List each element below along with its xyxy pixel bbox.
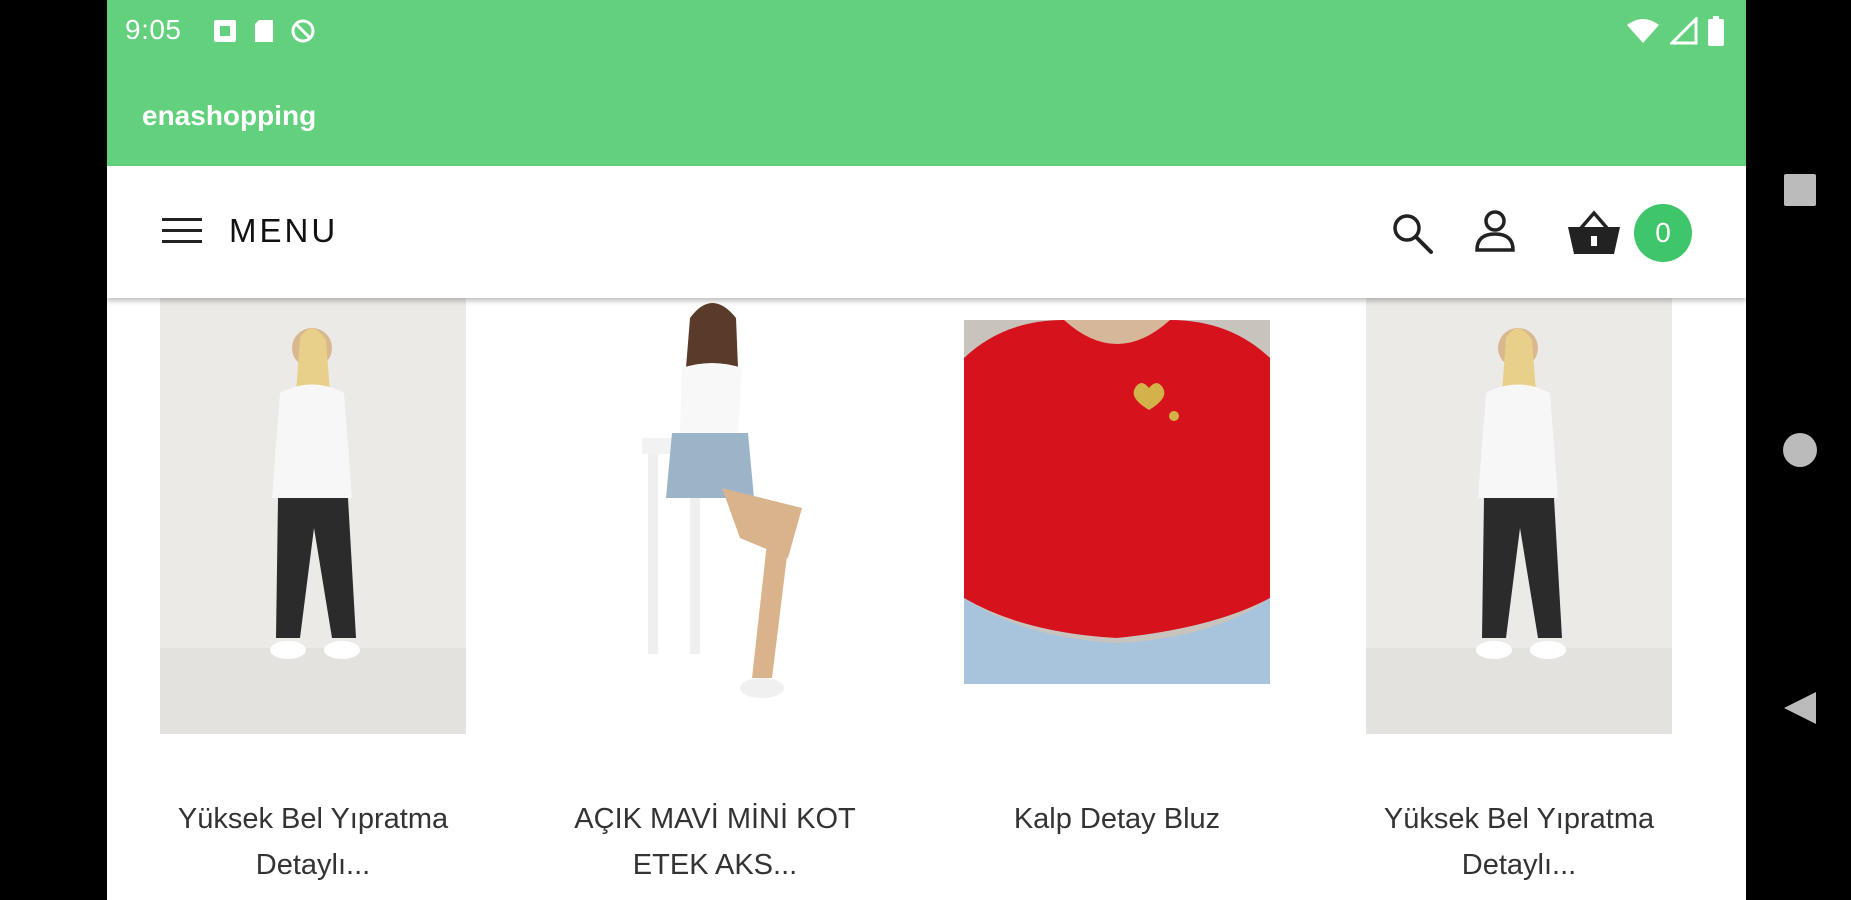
- system-nav-bar: [1746, 0, 1851, 900]
- search-icon[interactable]: [1389, 210, 1435, 256]
- app-screen: 9:05 enashopping MENU 0 Yüksek Bel Yıpra…: [107, 0, 1746, 900]
- recents-icon[interactable]: [1782, 172, 1818, 208]
- status-time: 9:05: [125, 14, 182, 45]
- product-image[interactable]: [160, 298, 466, 734]
- signal-icon: [1670, 17, 1698, 45]
- battery-icon: [1708, 16, 1724, 46]
- product-name[interactable]: AÇIK MAVİ MİNİ KOT ETEK AKS...: [542, 796, 888, 888]
- product-image[interactable]: [1366, 298, 1672, 734]
- status-right-icons: [1626, 14, 1724, 48]
- wifi-icon: [1627, 19, 1659, 43]
- account-icon[interactable]: [1474, 208, 1516, 254]
- back-icon[interactable]: [1782, 690, 1818, 726]
- product-image[interactable]: [964, 298, 1270, 734]
- app-bar: 9:05 enashopping: [107, 0, 1746, 166]
- hamburger-icon[interactable]: [162, 216, 202, 246]
- home-icon[interactable]: [1782, 432, 1818, 468]
- product-card[interactable]: Yüksek Bel Yıpratma Detaylı...: [160, 298, 466, 900]
- product-image[interactable]: [562, 298, 868, 734]
- notification-icon: [214, 20, 236, 42]
- menu-button[interactable]: MENU: [229, 212, 338, 250]
- cart-count-badge[interactable]: 0: [1634, 204, 1692, 262]
- product-card[interactable]: Yüksek Bel Yıpratma Detaylı...: [1366, 298, 1672, 900]
- product-grid: Yüksek Bel Yıpratma Detaylı... AÇIK MAVİ…: [107, 298, 1746, 900]
- product-name[interactable]: Kalp Detay Bluz: [944, 796, 1290, 842]
- product-name[interactable]: Yüksek Bel Yıpratma Detaylı...: [140, 796, 486, 888]
- product-card[interactable]: Kalp Detay Bluz: [964, 298, 1270, 900]
- no-data-icon: [291, 19, 315, 43]
- app-title: enashopping: [142, 100, 317, 131]
- menu-header: MENU 0: [107, 166, 1746, 298]
- product-card[interactable]: AÇIK MAVİ MİNİ KOT ETEK AKS...: [562, 298, 868, 900]
- sd-card-icon: [255, 20, 273, 42]
- product-name[interactable]: Yüksek Bel Yıpratma Detaylı...: [1346, 796, 1692, 888]
- cart-icon[interactable]: [1567, 210, 1621, 256]
